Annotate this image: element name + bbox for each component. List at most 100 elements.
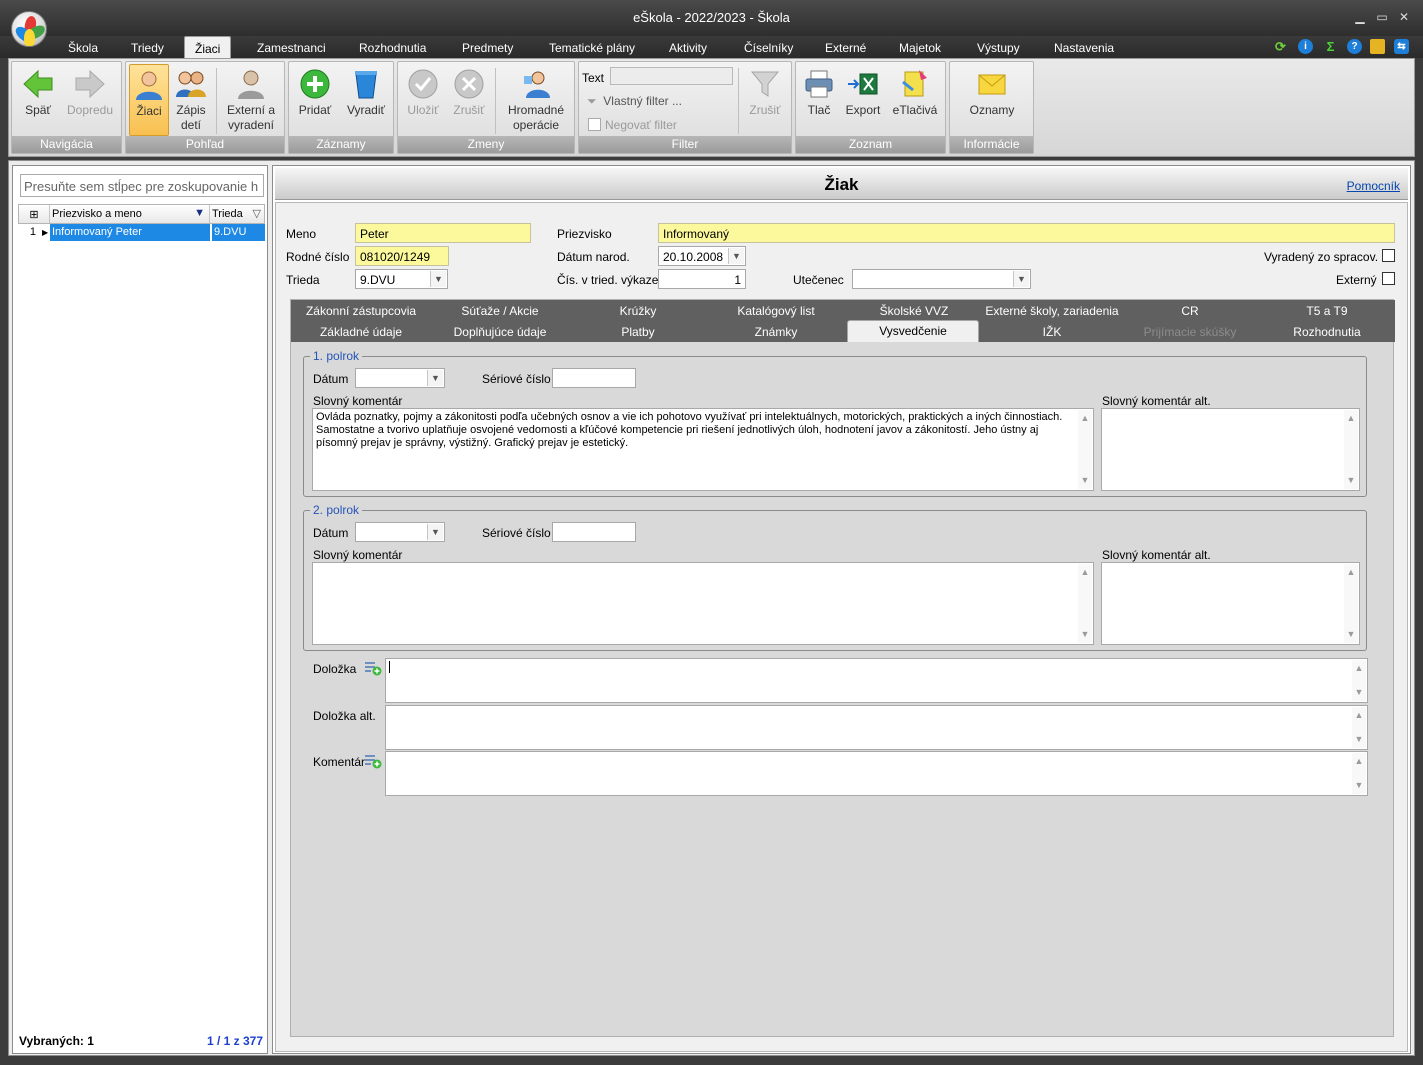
forward-button[interactable]: Dopredu xyxy=(62,64,118,136)
komentar-textarea[interactable]: ▲ ▼ xyxy=(385,751,1368,796)
add-text-icon[interactable] xyxy=(364,753,382,769)
polrok1-comment-textarea[interactable]: Ovláda poznatky, pojmy a zákonitosti pod… xyxy=(312,408,1094,491)
tab-vysvedcenie[interactable]: Vysvedčenie xyxy=(847,320,979,342)
close-icon[interactable]: ✕ xyxy=(1396,10,1412,24)
tab-doplnujuce-udaje[interactable]: Doplňujúce údaje xyxy=(431,322,569,342)
priezvisko-field[interactable]: Informovaný xyxy=(658,223,1395,243)
dolozka-alt-textarea[interactable]: ▲ ▼ xyxy=(385,705,1368,750)
chevron-down-icon[interactable]: ▼ xyxy=(1013,271,1029,287)
chevron-down-icon[interactable]: ▼ xyxy=(728,248,744,264)
filter-icon[interactable]: ▽ xyxy=(253,207,261,220)
menu-ziaci[interactable]: Žiaci xyxy=(184,36,232,59)
datum-narodenia-field[interactable]: 20.10.2008 ▼ xyxy=(658,246,746,266)
info-icon[interactable]: i xyxy=(1298,39,1313,54)
menu-externe[interactable]: Externé xyxy=(825,41,866,55)
menu-majetok[interactable]: Majetok xyxy=(899,41,941,55)
bulk-operations-button[interactable]: Hromadné operácie xyxy=(500,64,572,136)
tab-zakladne-udaje[interactable]: Základné údaje xyxy=(291,322,431,342)
menu-triedy[interactable]: Triedy xyxy=(131,41,164,55)
filter-text-input[interactable] xyxy=(610,67,733,85)
externy-checkbox[interactable] xyxy=(1382,272,1395,285)
trieda-select[interactable]: 9.DVU ▼ xyxy=(355,269,448,289)
externi-vyradeni-button[interactable]: Externí a vyradení xyxy=(220,64,282,136)
polrok1-alt-textarea[interactable]: ▲ ▼ xyxy=(1101,408,1360,491)
chevron-down-icon[interactable]: ▼ xyxy=(427,370,443,386)
scrollbar[interactable]: ▲ ▼ xyxy=(1352,753,1366,794)
scrollbar[interactable]: ▲ ▼ xyxy=(1078,564,1092,643)
back-button[interactable]: Späť xyxy=(16,64,60,136)
rodne-cislo-field[interactable]: 081020/1249 xyxy=(355,246,449,266)
maximize-icon[interactable]: ▭ xyxy=(1374,10,1390,24)
tab-skolske-vvz[interactable]: Školské VVZ xyxy=(845,301,983,321)
chevron-down-icon[interactable]: ▼ xyxy=(427,524,443,540)
menu-zamestnanci[interactable]: Zamestnanci xyxy=(257,41,326,55)
filter-active-icon[interactable]: ▼ xyxy=(194,207,205,219)
menu-predmety[interactable]: Predmety xyxy=(462,41,513,55)
scrollbar[interactable]: ▲ ▼ xyxy=(1078,410,1092,489)
row-name[interactable]: Informovaný Peter xyxy=(50,224,210,241)
cislo-vykaz-field[interactable]: 1 xyxy=(658,269,746,289)
vyradeny-checkbox[interactable] xyxy=(1382,249,1395,262)
add-button[interactable]: Pridať xyxy=(292,64,338,136)
utecenec-select[interactable]: ▼ xyxy=(852,269,1031,289)
tab-katalogovy-list[interactable]: Katalógový list xyxy=(707,301,845,321)
polrok2-serial-field[interactable] xyxy=(552,522,636,542)
app-logo-icon[interactable] xyxy=(11,11,47,47)
help-link[interactable]: Pomocník xyxy=(1347,179,1400,193)
row-class[interactable]: 9.DVU xyxy=(211,224,265,241)
scrollbar[interactable]: ▲ ▼ xyxy=(1344,564,1358,643)
column-chooser-icon[interactable]: ⊞ xyxy=(19,205,50,223)
tab-t5-t9[interactable]: T5 a T9 xyxy=(1259,301,1395,321)
negate-filter-checkbox[interactable] xyxy=(588,118,601,131)
menu-ciselniky[interactable]: Číselníky xyxy=(744,41,793,55)
polrok2-alt-textarea[interactable]: ▲ ▼ xyxy=(1101,562,1360,645)
chevron-down-icon[interactable]: ▼ xyxy=(430,271,446,287)
menu-vystupy[interactable]: Výstupy xyxy=(977,41,1020,55)
zapis-deti-button[interactable]: Zápis detí xyxy=(171,64,211,136)
etlaciva-button[interactable]: eTlačivá xyxy=(888,64,942,136)
export-button[interactable]: Export xyxy=(841,64,885,136)
tab-sutaze-akcie[interactable]: Súťaže / Akcie xyxy=(431,301,569,321)
table-row[interactable]: 1 ▶ Informovaný Peter 9.DVU xyxy=(18,224,265,241)
teamviewer-icon[interactable]: ⇆ xyxy=(1394,39,1409,54)
group-by-drop-area[interactable]: Presuňte sem stĺpec pre zoskupovanie h xyxy=(20,174,264,197)
tab-zakonni-zastupcovia[interactable]: Zákonní zástupcovia xyxy=(291,301,431,321)
view-ziaci-button[interactable]: Žiaci xyxy=(129,64,169,136)
notices-button[interactable]: Oznamy xyxy=(956,64,1028,136)
toolbox-icon[interactable] xyxy=(1370,39,1385,54)
menu-skola[interactable]: Škola xyxy=(68,41,98,55)
polrok1-datum-select[interactable]: ▼ xyxy=(355,368,445,388)
menu-nastavenia[interactable]: Nastavenia xyxy=(1054,41,1114,55)
column-header-name[interactable]: Priezvisko a meno ▼ xyxy=(50,205,210,223)
cancel-filter-button[interactable]: Zrušiť xyxy=(742,64,788,136)
meno-field[interactable]: Peter xyxy=(355,223,531,243)
remove-button[interactable]: Vyradiť xyxy=(341,64,391,136)
scrollbar[interactable]: ▲ ▼ xyxy=(1352,707,1366,748)
sum-icon[interactable]: Σ xyxy=(1323,39,1338,54)
polrok2-datum-select[interactable]: ▼ xyxy=(355,522,445,542)
help-icon[interactable]: ? xyxy=(1347,39,1362,54)
menu-rozhodnutia[interactable]: Rozhodnutia xyxy=(359,41,426,55)
menu-tematicke-plany[interactable]: Tematické plány xyxy=(549,41,635,55)
add-text-icon[interactable] xyxy=(364,660,382,676)
tab-kruzky[interactable]: Krúžky xyxy=(569,301,707,321)
tab-externe-skoly[interactable]: Externé školy, zariadenia xyxy=(983,301,1121,321)
tab-rozhodnutia[interactable]: Rozhodnutia xyxy=(1259,322,1395,342)
polrok2-comment-textarea[interactable]: ▲ ▼ xyxy=(312,562,1094,645)
cancel-changes-button[interactable]: Zrušiť xyxy=(448,64,490,136)
polrok1-serial-field[interactable] xyxy=(552,368,636,388)
scrollbar[interactable]: ▲ ▼ xyxy=(1344,410,1358,489)
minimize-icon[interactable]: ▁ xyxy=(1352,10,1368,24)
menu-aktivity[interactable]: Aktivity xyxy=(669,41,707,55)
tab-cr[interactable]: CR xyxy=(1121,301,1259,321)
tab-prijimacie-skusky[interactable]: Prijímacie skúšky xyxy=(1121,322,1259,342)
dolozka-textarea[interactable]: ▲ ▼ xyxy=(385,658,1368,703)
save-button[interactable]: Uložiť xyxy=(401,64,445,136)
tab-platby[interactable]: Platby xyxy=(569,322,707,342)
custom-filter-link[interactable]: ⏷ Vlastný filter ... xyxy=(587,94,682,109)
tab-izk[interactable]: IŽK xyxy=(983,322,1121,342)
scrollbar[interactable]: ▲ ▼ xyxy=(1352,660,1366,701)
tab-znamky[interactable]: Známky xyxy=(707,322,845,342)
print-button[interactable]: Tlač xyxy=(799,64,839,136)
refresh-icon[interactable]: ⟳ xyxy=(1273,39,1288,54)
